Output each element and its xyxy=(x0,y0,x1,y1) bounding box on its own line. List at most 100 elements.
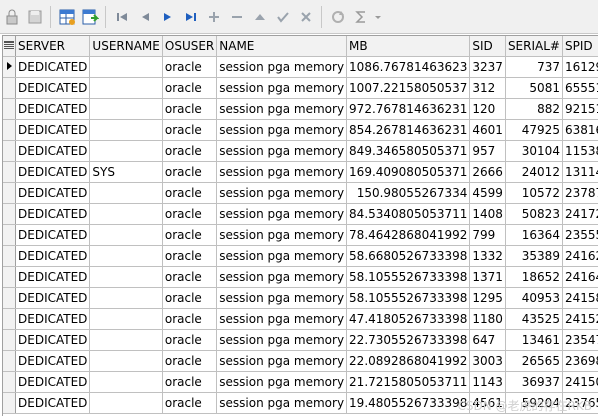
cell-serial[interactable]: 10572 xyxy=(505,182,563,204)
cell-name[interactable]: session pga memory xyxy=(216,182,348,204)
cell-osuser[interactable]: oracle xyxy=(162,224,218,246)
cell-server[interactable]: DEDICATED xyxy=(15,329,91,351)
cell-serial[interactable]: 40953 xyxy=(505,287,563,309)
cell-sid[interactable]: 1371 xyxy=(469,266,506,288)
dropdown-icon[interactable] xyxy=(373,6,383,28)
cell-osuser[interactable]: oracle xyxy=(162,140,218,162)
cell-spid[interactable]: 23555 xyxy=(562,224,598,246)
cell-serial[interactable]: 24012 xyxy=(505,161,563,183)
column-header-osuser[interactable]: OSUSER xyxy=(162,36,218,57)
row-indicator[interactable] xyxy=(3,329,16,351)
cell-spid[interactable]: 63816 xyxy=(562,119,598,141)
cell-mb[interactable]: 22.7305526733398 xyxy=(346,329,471,351)
cell-serial[interactable]: 43525 xyxy=(505,308,563,330)
cell-username[interactable] xyxy=(89,371,163,393)
cell-sid[interactable]: 1408 xyxy=(469,203,506,225)
column-header-sid[interactable]: SID xyxy=(469,36,506,57)
cell-name[interactable]: session pga memory xyxy=(216,140,348,162)
cell-sid[interactable]: 4561 xyxy=(469,392,506,414)
table-row[interactable]: DEDICATED oracle session pga memory 849.346… xyxy=(3,140,598,162)
table-row[interactable]: DEDICATED oracle session pga memory 972.767… xyxy=(3,98,598,120)
cell-mb[interactable]: 58.1055526733398 xyxy=(346,287,471,309)
cell-server[interactable]: DEDICATED xyxy=(15,77,91,99)
cancel-record-icon[interactable] xyxy=(295,6,317,28)
cell-sid[interactable]: 1295 xyxy=(469,287,506,309)
cell-server[interactable]: DEDICATED xyxy=(15,203,91,225)
row-indicator[interactable] xyxy=(3,98,16,120)
row-indicator[interactable] xyxy=(3,371,16,393)
column-header-username[interactable]: USERNAME xyxy=(89,36,163,57)
post-record-icon[interactable] xyxy=(272,6,294,28)
table-row[interactable]: DEDICATED oracle session pga memory 58.6680… xyxy=(3,245,598,267)
cell-spid[interactable]: 23765 xyxy=(562,392,598,414)
cell-sid[interactable]: 1180 xyxy=(469,308,506,330)
cell-osuser[interactable]: oracle xyxy=(162,350,218,372)
cell-name[interactable]: session pga memory xyxy=(216,392,348,414)
cell-serial[interactable]: 26565 xyxy=(505,350,563,372)
cell-username[interactable]: SYS xyxy=(89,161,163,183)
cell-server[interactable]: DEDICATED xyxy=(15,161,91,183)
column-header-server[interactable]: SERVER xyxy=(15,36,91,57)
column-header-spid[interactable]: SPID xyxy=(562,36,598,57)
cell-osuser[interactable]: oracle xyxy=(162,392,218,414)
cell-osuser[interactable]: oracle xyxy=(162,119,218,141)
cell-serial[interactable]: 59204 xyxy=(505,392,563,414)
cell-server[interactable]: DEDICATED xyxy=(15,350,91,372)
cell-spid[interactable]: 23698 xyxy=(562,350,598,372)
cell-username[interactable] xyxy=(89,77,163,99)
table-row[interactable]: DEDICATED oracle session pga memory 78.4642… xyxy=(3,224,598,246)
cell-name[interactable]: session pga memory xyxy=(216,287,348,309)
cell-name[interactable]: session pga memory xyxy=(216,350,348,372)
table-row[interactable]: DEDICATED oracle session pga memory 58.1055… xyxy=(3,266,598,288)
cell-server[interactable]: DEDICATED xyxy=(15,98,91,120)
cell-spid[interactable]: 23547 xyxy=(562,329,598,351)
cell-name[interactable]: session pga memory xyxy=(216,266,348,288)
cell-server[interactable]: DEDICATED xyxy=(15,56,91,78)
cell-mb[interactable]: 854.267814636231 xyxy=(346,119,471,141)
cell-spid[interactable]: 24150 xyxy=(562,371,598,393)
cell-sid[interactable]: 647 xyxy=(469,329,506,351)
cell-mb[interactable]: 58.1055526733398 xyxy=(346,266,471,288)
cell-name[interactable]: session pga memory xyxy=(216,245,348,267)
cell-sid[interactable]: 957 xyxy=(469,140,506,162)
cell-serial[interactable]: 13461 xyxy=(505,329,563,351)
cell-osuser[interactable]: oracle xyxy=(162,308,218,330)
cell-name[interactable]: session pga memory xyxy=(216,308,348,330)
cell-username[interactable] xyxy=(89,245,163,267)
export-icon[interactable] xyxy=(79,6,101,28)
cell-username[interactable] xyxy=(89,350,163,372)
cell-username[interactable] xyxy=(89,224,163,246)
refresh-icon[interactable] xyxy=(327,6,349,28)
table-row[interactable]: DEDICATED oracle session pga memory 21.7215… xyxy=(3,371,598,393)
column-header-serial[interactable]: SERIAL# xyxy=(505,36,563,57)
cell-serial[interactable]: 50823 xyxy=(505,203,563,225)
cell-username[interactable] xyxy=(89,392,163,414)
cell-osuser[interactable]: oracle xyxy=(162,287,218,309)
table-row[interactable]: DEDICATED oracle session pga memory 854.267… xyxy=(3,119,598,141)
row-indicator[interactable] xyxy=(3,266,16,288)
cell-osuser[interactable]: oracle xyxy=(162,98,218,120)
save-icon[interactable] xyxy=(24,6,46,28)
cell-name[interactable]: session pga memory xyxy=(216,371,348,393)
cell-sid[interactable]: 1332 xyxy=(469,245,506,267)
cell-osuser[interactable]: oracle xyxy=(162,371,218,393)
cell-spid[interactable]: 24162 xyxy=(562,245,598,267)
table-row[interactable]: DEDICATED SYS oracle session pga memory 169.… xyxy=(3,161,598,183)
cell-server[interactable]: DEDICATED xyxy=(15,119,91,141)
cell-sid[interactable]: 120 xyxy=(469,98,506,120)
cell-username[interactable] xyxy=(89,266,163,288)
row-indicator[interactable] xyxy=(3,203,16,225)
cell-sid[interactable]: 1143 xyxy=(469,371,506,393)
cell-server[interactable]: DEDICATED xyxy=(15,140,91,162)
cell-spid[interactable]: 24158 xyxy=(562,287,598,309)
column-header-name[interactable]: NAME xyxy=(216,36,348,57)
cell-spid[interactable]: 115384 xyxy=(562,140,598,162)
table-row[interactable]: DEDICATED oracle session pga memory 84.5340… xyxy=(3,203,598,225)
cell-mb[interactable]: 78.4642868041992 xyxy=(346,224,471,246)
cell-osuser[interactable]: oracle xyxy=(162,182,218,204)
lock-icon[interactable] xyxy=(1,6,23,28)
row-indicator[interactable] xyxy=(3,182,16,204)
cell-mb[interactable]: 1086.76781463623 xyxy=(346,56,471,78)
cell-username[interactable] xyxy=(89,203,163,225)
cell-osuser[interactable]: oracle xyxy=(162,77,218,99)
